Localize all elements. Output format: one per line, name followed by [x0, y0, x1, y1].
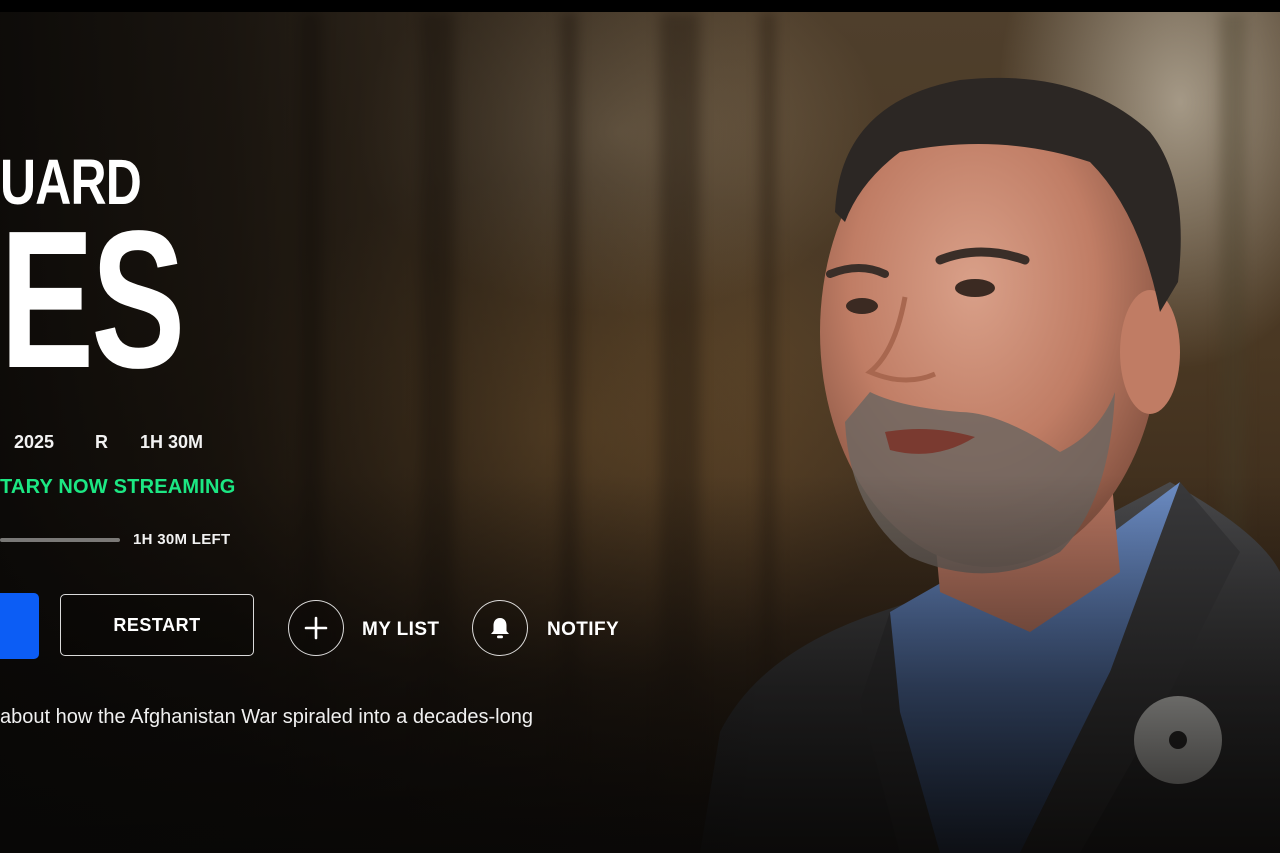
my-list-label[interactable]: MY LIST: [362, 619, 439, 641]
bell-icon: [491, 618, 509, 639]
play-button[interactable]: [0, 593, 39, 659]
availability-status: TARY NOW STREAMING: [0, 476, 236, 498]
top-bar: [0, 0, 1280, 12]
watch-progress-bar: [0, 538, 120, 542]
my-list-button[interactable]: [288, 600, 344, 656]
restart-button[interactable]: RESTART: [60, 594, 254, 656]
content-rating: R: [95, 432, 108, 452]
release-year: 2025: [14, 432, 55, 452]
time-left: 1H 30M LEFT: [133, 531, 231, 548]
plus-icon: [304, 616, 328, 640]
notify-label[interactable]: NOTIFY: [547, 619, 619, 641]
title-description: about how the Afghanistan War spiraled i…: [0, 706, 533, 728]
runtime: 1H 30M: [140, 432, 204, 452]
title-logo-main: ES: [0, 190, 185, 409]
notify-button[interactable]: [472, 600, 528, 656]
